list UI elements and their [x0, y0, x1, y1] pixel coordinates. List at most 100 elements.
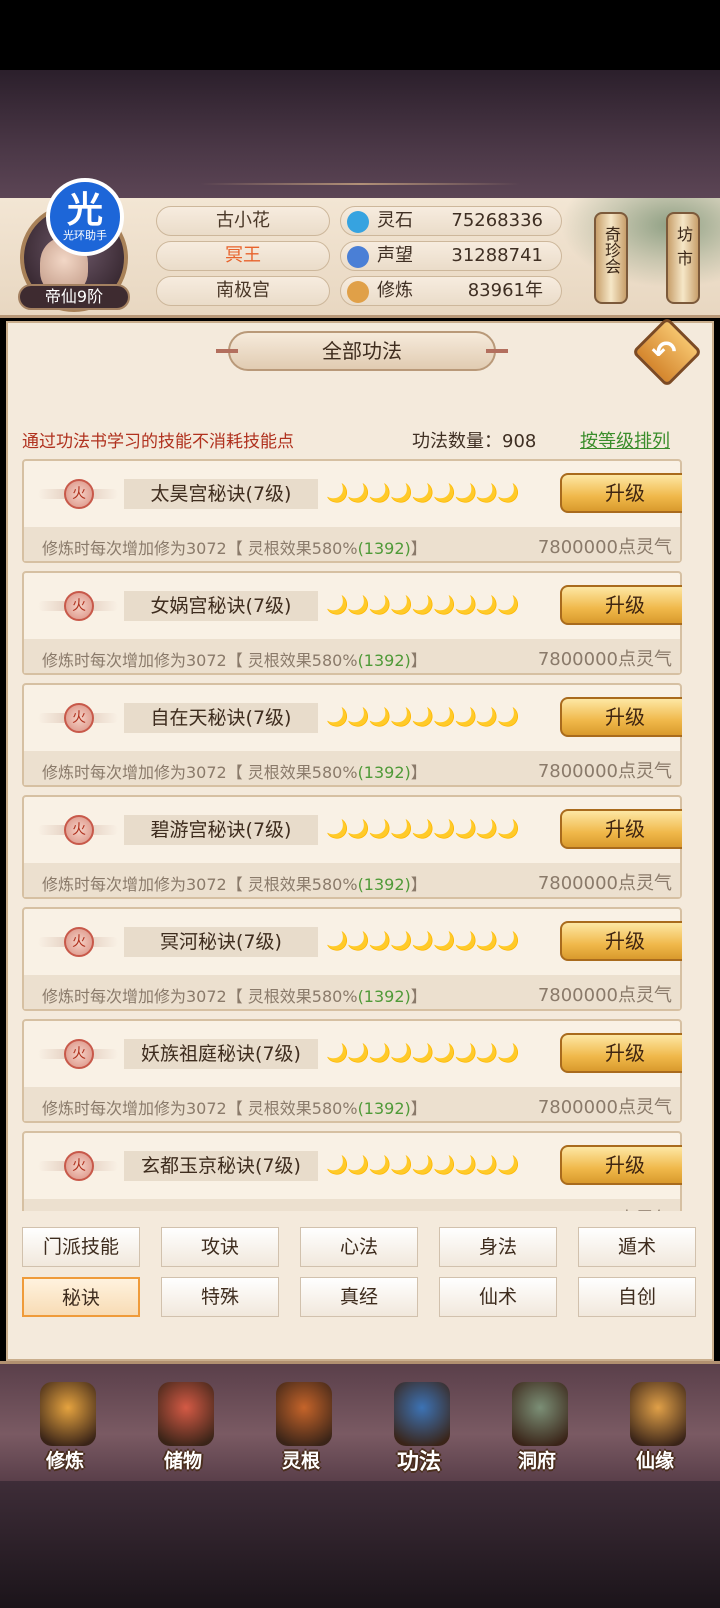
skill-card: 火 冥河秘诀(7级) 🌙🌙🌙🌙🌙🌙🌙🌙🌙 升级 修炼时每次增加修为3072【 灵…	[22, 907, 682, 1011]
tab-0[interactable]: 门派技能	[22, 1227, 140, 1267]
upgrade-cost: 7800000点灵气	[537, 761, 672, 782]
skill-card-footer: 修炼时每次增加修为3072【 灵根效果580%(1392)】 7800000点灵…	[24, 751, 680, 785]
skill-description: 修炼时每次增加修为3072【 灵根效果580%(1392)】	[42, 1207, 427, 1211]
tab-9[interactable]: 自创	[578, 1277, 696, 1317]
cultivate-icon	[40, 1382, 96, 1446]
star-rating-moons: 🌙🌙🌙🌙🌙🌙🌙🌙🌙	[326, 931, 520, 952]
rare-treasure-fair-label: 奇珍会	[602, 226, 621, 274]
skill-name: 碧游宫秘诀(7级)	[124, 815, 318, 845]
tab-6[interactable]: 特殊	[161, 1277, 279, 1317]
nav-item-4[interactable]: 洞府	[478, 1364, 596, 1484]
skill-card-footer: 修炼时每次增加修为3072【 灵根效果580%(1392)】 7800000点灵…	[24, 1087, 680, 1121]
skill-card: 火 玄都玉京秘诀(7级) 🌙🌙🌙🌙🌙🌙🌙🌙🌙 升级 修炼时每次增加修为3072【…	[22, 1131, 682, 1211]
skill-card: 火 碧游宫秘诀(7级) 🌙🌙🌙🌙🌙🌙🌙🌙🌙 升级 修炼时每次增加修为3072【 …	[22, 795, 682, 899]
sort-by-level-link[interactable]: 按等级排列	[580, 427, 670, 453]
skill-description: 修炼时每次增加修为3072【 灵根效果580%(1392)】	[42, 1095, 427, 1119]
star-rating-moons: 🌙🌙🌙🌙🌙🌙🌙🌙🌙	[326, 1155, 520, 1176]
skill-card-header: 火 自在天秘诀(7级) 🌙🌙🌙🌙🌙🌙🌙🌙🌙 升级	[24, 685, 682, 751]
star-rating-moons: 🌙🌙🌙🌙🌙🌙🌙🌙🌙	[326, 595, 520, 616]
helper-badge[interactable]: 光 光环助手	[46, 178, 124, 256]
status-bar-area	[0, 0, 720, 70]
tab-2[interactable]: 心法	[300, 1227, 418, 1267]
tab-4[interactable]: 遁术	[578, 1227, 696, 1267]
skill-card: 火 太昊宫秘诀(7级) 🌙🌙🌙🌙🌙🌙🌙🌙🌙 升级 修炼时每次增加修为3072【 …	[22, 459, 682, 563]
fire-element-icon: 火	[64, 815, 94, 845]
desc-bonus: (1392)	[357, 875, 411, 894]
top-decor-frame	[0, 70, 720, 198]
fire-element-icon: 火	[64, 479, 94, 509]
rank-label: 帝仙9阶	[18, 284, 130, 310]
tab-7[interactable]: 真经	[300, 1277, 418, 1317]
tab-5[interactable]: 秘诀	[22, 1277, 140, 1317]
upgrade-button[interactable]: 升级	[560, 585, 682, 625]
nav-item-3[interactable]: 功法	[360, 1364, 478, 1484]
skill-card-header: 火 女娲宫秘诀(7级) 🌙🌙🌙🌙🌙🌙🌙🌙🌙 升级	[24, 573, 682, 639]
desc-end: 】	[410, 539, 427, 558]
panel-title: 全部功法	[322, 339, 402, 363]
upgrade-cost: 7800000点灵气	[537, 873, 672, 894]
skill-description: 修炼时每次增加修为3072【 灵根效果580%(1392)】	[42, 759, 427, 783]
upgrade-cost: 7800000点灵气	[537, 985, 672, 1006]
skill-card-header: 火 妖族祖庭秘诀(7级) 🌙🌙🌙🌙🌙🌙🌙🌙🌙 升级	[24, 1021, 682, 1087]
upgrade-cost: 7800000点灵气	[538, 1205, 672, 1211]
skill-name: 自在天秘诀(7级)	[124, 703, 318, 733]
spirit-root-icon	[276, 1382, 332, 1446]
skill-card-footer: 修炼时每次增加修为3072【 灵根效果580%(1392)】 7800000点灵…	[24, 639, 680, 673]
nav-label: 仙缘	[635, 1450, 674, 1472]
nav-item-5[interactable]: 仙缘	[596, 1364, 714, 1484]
desc-main: 修炼时每次增加修为3072【 灵根效果580%	[42, 539, 358, 558]
skill-description: 修炼时每次增加修为3072【 灵根效果580%(1392)】	[42, 647, 427, 671]
upgrade-cost: 7800000点灵气	[537, 649, 672, 670]
tab-3[interactable]: 身法	[439, 1227, 557, 1267]
skill-card-footer: 修炼时每次增加修为3072【 灵根效果580%(1392)】 7800000点灵…	[24, 863, 680, 897]
market-scroll[interactable]: 坊市	[666, 212, 700, 304]
tab-8[interactable]: 仙术	[439, 1277, 557, 1317]
upgrade-button[interactable]: 升级	[560, 1033, 682, 1073]
skill-card-header: 火 碧游宫秘诀(7级) 🌙🌙🌙🌙🌙🌙🌙🌙🌙 升级	[24, 797, 682, 863]
desc-main: 修炼时每次增加修为3072【 灵根效果580%	[42, 763, 358, 782]
upgrade-button[interactable]: 升级	[560, 809, 682, 849]
fire-element-icon: 火	[64, 1039, 94, 1069]
upgrade-button[interactable]: 升级	[560, 473, 682, 513]
resource-label: 声望	[377, 245, 413, 266]
nav-item-1[interactable]: 储物	[124, 1364, 242, 1484]
skill-card: 火 自在天秘诀(7级) 🌙🌙🌙🌙🌙🌙🌙🌙🌙 升级 修炼时每次增加修为3072【 …	[22, 683, 682, 787]
desc-main: 修炼时每次增加修为3072【 灵根效果580%	[42, 651, 358, 670]
skill-name: 女娲宫秘诀(7级)	[124, 591, 318, 621]
top-ornament	[200, 183, 520, 185]
star-rating-moons: 🌙🌙🌙🌙🌙🌙🌙🌙🌙	[326, 483, 520, 504]
skill-list[interactable]: 火 太昊宫秘诀(7级) 🌙🌙🌙🌙🌙🌙🌙🌙🌙 升级 修炼时每次增加修为3072【 …	[22, 459, 682, 1211]
star-rating-moons: 🌙🌙🌙🌙🌙🌙🌙🌙🌙	[326, 819, 520, 840]
desc-bonus: (1392)	[357, 539, 411, 558]
bottom-decor	[0, 1481, 720, 1608]
resource-0: 灵石 75268336	[340, 206, 562, 236]
player-name: 古小花	[156, 206, 330, 236]
upgrade-button[interactable]: 升级	[560, 921, 682, 961]
spirit-stone-icon	[347, 211, 369, 233]
skill-name: 玄都玉京秘诀(7级)	[124, 1151, 318, 1181]
skill-name: 冥河秘诀(7级)	[124, 927, 318, 957]
upgrade-button[interactable]: 升级	[560, 1145, 682, 1185]
nav-item-0[interactable]: 修炼	[6, 1364, 124, 1484]
star-rating-moons: 🌙🌙🌙🌙🌙🌙🌙🌙🌙	[326, 1043, 520, 1064]
nav-label: 洞府	[517, 1450, 556, 1472]
desc-end: 】	[410, 1099, 427, 1118]
desc-end: 】	[410, 763, 427, 782]
desc-bonus: (1392)	[357, 1099, 411, 1118]
skill-card: 火 女娲宫秘诀(7级) 🌙🌙🌙🌙🌙🌙🌙🌙🌙 升级 修炼时每次增加修为3072【 …	[22, 571, 682, 675]
rare-treasure-fair-scroll[interactable]: 奇珍会	[594, 212, 628, 304]
helper-badge-label: 光环助手	[63, 228, 107, 242]
nav-label: 功法	[396, 1450, 441, 1475]
prestige-icon	[347, 246, 369, 268]
resource-2: 修炼 83961年	[340, 276, 562, 306]
upgrade-button[interactable]: 升级	[560, 697, 682, 737]
skill-card: 火 妖族祖庭秘诀(7级) 🌙🌙🌙🌙🌙🌙🌙🌙🌙 升级 修炼时每次增加修为3072【…	[22, 1019, 682, 1123]
skill-card-footer: 修炼时每次增加修为3072【 灵根效果580%(1392)】 7800000点灵…	[24, 1199, 680, 1211]
back-arrow-icon: ↶	[651, 335, 677, 370]
desc-end: 】	[410, 651, 427, 670]
desc-main: 修炼时每次增加修为3072【 灵根效果580%	[42, 1099, 358, 1118]
tab-1[interactable]: 攻诀	[161, 1227, 279, 1267]
resource-value: 31288741	[451, 245, 543, 266]
title-cap-right	[486, 349, 508, 353]
nav-item-2[interactable]: 灵根	[242, 1364, 360, 1484]
